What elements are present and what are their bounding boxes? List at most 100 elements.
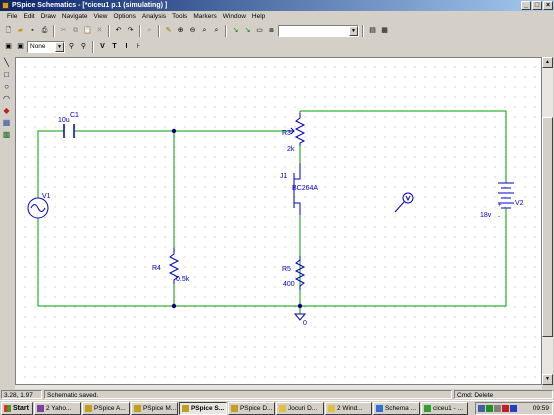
zoom-area-icon[interactable]: ⌕: [199, 25, 210, 36]
jfet-j1[interactable]: [289, 127, 301, 215]
zoom-out-icon[interactable]: ⊖: [187, 25, 198, 36]
new-icon[interactable]: 🗋: [3, 25, 14, 36]
chevron-down-icon[interactable]: ▼: [55, 41, 64, 52]
cut-icon[interactable]: ✂: [58, 25, 69, 36]
marker-clear-icon[interactable]: ⚲: [78, 41, 89, 52]
minimize-icon[interactable]: _: [521, 1, 531, 10]
tray-messenger-icon[interactable]: [486, 405, 493, 412]
line-tool-icon[interactable]: ╲: [1, 57, 12, 68]
scroll-thumb[interactable]: [542, 117, 553, 337]
taskbar-item-schema[interactable]: Schema ...: [372, 401, 420, 415]
scroll-up-icon[interactable]: ▲: [542, 57, 553, 68]
draw-block-icon[interactable]: ▭: [254, 25, 265, 36]
print-icon[interactable]: ⎙: [39, 25, 50, 36]
zoom-fit-icon[interactable]: ⌕: [211, 25, 222, 36]
tray-volume-icon[interactable]: [494, 405, 501, 412]
schematic-canvas[interactable]: 10u C1 V1 R4 0.5k R3 2k J1 BC264A R5 400…: [15, 57, 542, 385]
taskbar-item-ciceu1[interactable]: ciceu1 - ...: [420, 401, 468, 415]
system-tray: 09:59: [475, 402, 553, 415]
menu-help[interactable]: Help: [249, 13, 268, 20]
title-bar: PSpice Schematics - [*ciceu1 p.1 (simula…: [0, 0, 554, 11]
close-icon[interactable]: ×: [543, 1, 553, 10]
battery-v2[interactable]: [498, 182, 514, 220]
setup-icon[interactable]: ▦: [379, 25, 390, 36]
redo-icon[interactable]: ↷: [125, 25, 136, 36]
open-icon[interactable]: ▰: [15, 25, 26, 36]
j1-value: BC264A: [292, 185, 318, 192]
part-combo[interactable]: ▼: [278, 24, 359, 37]
find-icon[interactable]: ⌕: [144, 25, 155, 36]
zoom-in-icon[interactable]: ⊕: [175, 25, 186, 36]
menu-markers[interactable]: Markers: [190, 13, 219, 20]
menu-options[interactable]: Options: [111, 13, 139, 20]
r4-name: R4: [152, 265, 161, 272]
menu-window[interactable]: Window: [220, 13, 249, 20]
tray-app-icon[interactable]: [510, 405, 517, 412]
resistor-r3[interactable]: [294, 113, 306, 146]
menu-edit[interactable]: Edit: [20, 13, 37, 20]
menu-tools[interactable]: Tools: [169, 13, 190, 20]
undo-icon[interactable]: ↶: [113, 25, 124, 36]
voltage-display-button[interactable]: V: [97, 41, 108, 52]
text-tool-icon[interactable]: ▦: [1, 117, 12, 128]
window-title: PSpice Schematics - [*ciceu1 p.1 (simula…: [12, 2, 168, 9]
status-command: Cmd: Delete: [454, 390, 553, 399]
menu-draw[interactable]: Draw: [38, 13, 59, 20]
draw-wire-icon[interactable]: ↘: [230, 25, 241, 36]
app-icon: [2, 2, 9, 9]
current-display-button[interactable]: I: [121, 41, 132, 52]
box-tool-icon[interactable]: □: [1, 69, 12, 80]
window-icon[interactable]: ▣: [3, 41, 14, 52]
status-bar: 3.28, 1.97 Schematic saved. Cmd: Delete: [0, 389, 554, 400]
arc-tool-icon[interactable]: ◠: [1, 93, 12, 104]
draw-bus-icon[interactable]: ↘: [242, 25, 253, 36]
main-toolbar: 🗋 ▰ ▪ ⎙ ✂ ⧉ 📋 ✕ ↶ ↷ ⌕ ✎ ⊕ ⊖ ⌕ ⌕ ↘ ↘ ▭ ⧈ …: [0, 23, 554, 38]
layer-combo[interactable]: None ▼: [27, 40, 65, 53]
taskbar-item-pspice-s[interactable]: PSpice S...: [178, 401, 227, 415]
scroll-down-icon[interactable]: ▼: [542, 374, 553, 385]
tray-antivirus-icon[interactable]: [502, 405, 509, 412]
copy-icon[interactable]: ⧉: [70, 25, 81, 36]
layer-icon[interactable]: ▣: [15, 41, 26, 52]
status-coordinates: 3.28, 1.97: [1, 390, 42, 399]
status-message: Schematic saved.: [44, 390, 452, 399]
taskbar: Start 2 Yaho... PSpice A... PSpice M... …: [0, 400, 554, 415]
save-icon[interactable]: ▪: [27, 25, 38, 36]
capacitor-c1[interactable]: [63, 124, 75, 138]
marker-probe-icon[interactable]: ⚲: [66, 41, 77, 52]
menu-bar: File Edit Draw Navigate View Options Ana…: [0, 11, 554, 22]
paste-icon[interactable]: 📋: [82, 25, 93, 36]
voltage-probe-marker[interactable]: [394, 192, 414, 213]
r3-value: 2k: [287, 146, 295, 153]
taskbar-item-jocuri[interactable]: Jocuri D...: [275, 401, 324, 415]
pencil-icon[interactable]: ✎: [163, 25, 174, 36]
menu-view[interactable]: View: [91, 13, 111, 20]
start-button[interactable]: Start: [1, 401, 33, 415]
circle-tool-icon[interactable]: ○: [1, 81, 12, 92]
get-part-icon[interactable]: ⧈: [266, 25, 277, 36]
v1-name: V1: [42, 193, 51, 200]
time-display-button[interactable]: T: [109, 41, 120, 52]
taskbar-item-pspice-m[interactable]: PSpice M...: [130, 401, 178, 415]
menu-analysis[interactable]: Analysis: [139, 13, 169, 20]
polyline-tool-icon[interactable]: ◆: [1, 105, 12, 116]
delete-icon[interactable]: ✕: [94, 25, 105, 36]
taskbar-item-pspice-a[interactable]: PSpice A...: [81, 401, 130, 415]
menu-navigate[interactable]: Navigate: [59, 13, 91, 20]
v2-name: V2: [515, 200, 524, 207]
chevron-down-icon[interactable]: ▼: [349, 25, 358, 36]
taskbar-item-windows[interactable]: 2 Wind...: [324, 401, 372, 415]
maximize-icon[interactable]: □: [532, 1, 542, 10]
clock[interactable]: 09:59: [533, 405, 549, 412]
ground-label: 0: [303, 320, 307, 327]
taskbar-item-pspice-d[interactable]: PSpice D...: [227, 401, 275, 415]
r4-value: 0.5k: [176, 276, 190, 283]
menu-file[interactable]: File: [4, 13, 20, 20]
power-display-button[interactable]: ⊦: [133, 41, 144, 52]
simulate-icon[interactable]: ▤: [367, 25, 378, 36]
vertical-scrollbar[interactable]: ▲ ▼: [542, 57, 553, 385]
tray-network-icon[interactable]: [478, 405, 485, 412]
picture-tool-icon[interactable]: ▩: [1, 129, 12, 140]
taskbar-item-yahoo[interactable]: 2 Yaho...: [33, 401, 81, 415]
v2-plus: +: [498, 203, 502, 209]
